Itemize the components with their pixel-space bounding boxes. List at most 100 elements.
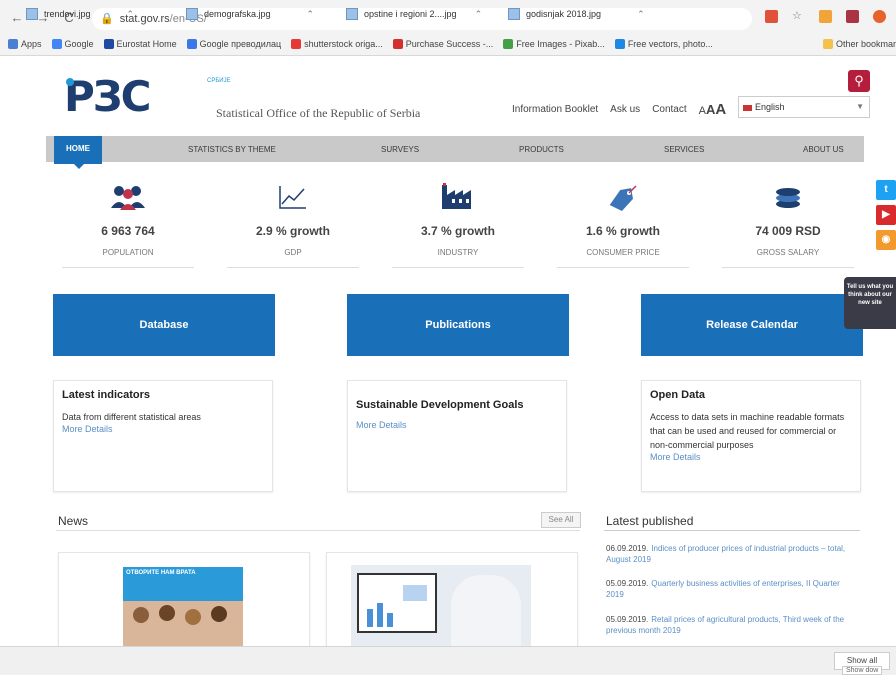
stat-label: INDUSTRY: [437, 248, 479, 257]
bookmark-label: Google: [64, 39, 94, 49]
download-item[interactable]: trendovi.jpg ⌃: [26, 8, 134, 20]
contact-link[interactable]: Contact: [652, 104, 686, 115]
stat-industry[interactable]: 3.7 % growth INDUSTRY: [392, 182, 524, 268]
download-filename: trendovi.jpg: [44, 9, 91, 19]
download-item[interactable]: opstine i regioni 2....jpg ⌃: [346, 8, 482, 20]
back-icon[interactable]: ←: [10, 10, 24, 25]
box-text: Access to data sets in machine readable …: [650, 412, 845, 450]
nav-surveys[interactable]: SURVEYS: [381, 145, 419, 154]
bookmark-label: Eurostat Home: [116, 39, 177, 49]
browser-toolbar-icons: ☆: [765, 10, 886, 23]
bookmark-icon: [291, 39, 302, 49]
bookmark-item[interactable]: Apps: [8, 39, 42, 49]
latest-date: 06.09.2019.: [606, 544, 649, 553]
extension-icon[interactable]: [819, 10, 832, 23]
chevron-up-icon[interactable]: ⌃: [637, 9, 645, 20]
bookmark-icon: [392, 39, 403, 49]
stat-value: 3.7 % growth: [420, 224, 495, 238]
bookmark-item[interactable]: Free vectors, photo...: [614, 39, 713, 49]
latest-item[interactable]: 06.09.2019. Indices of producer prices of…: [606, 543, 856, 565]
divider: [56, 530, 580, 531]
price-tag-icon: [557, 182, 689, 212]
stat-population[interactable]: 6 963 764 POPULATION: [62, 182, 194, 268]
open-data-box: Open Data Access to data sets in machine…: [641, 380, 861, 492]
rss-icon[interactable]: ◉: [876, 230, 896, 250]
stat-value: 1.6 % growth: [585, 224, 660, 238]
latest-indicators-box: Latest indicators Data from different st…: [53, 380, 273, 492]
show-all-tooltip: Show dow: [842, 666, 883, 675]
latest-item[interactable]: 05.09.2019. Retail prices of agricultural…: [606, 614, 856, 636]
search-button[interactable]: ⚲: [848, 70, 870, 92]
language-select[interactable]: English ▼: [738, 96, 870, 118]
bookmark-item[interactable]: Google преводилац: [186, 39, 281, 49]
publications-tile[interactable]: Publications: [347, 294, 569, 356]
sdg-box: Sustainable Development Goals More Detai…: [347, 380, 567, 492]
nav-statistics-by-theme[interactable]: STATISTICS BY THEME: [188, 145, 276, 154]
bookmark-item[interactable]: Google: [51, 39, 94, 49]
stat-consumer-price[interactable]: 1.6 % growth CONSUMER PRICE: [557, 182, 689, 268]
download-filename: godisnjak 2018.jpg: [526, 9, 602, 19]
nav-home[interactable]: HOME: [54, 136, 102, 169]
chevron-up-icon[interactable]: ⌃: [127, 9, 135, 20]
bookmark-item[interactable]: Other bookmar: [822, 39, 896, 49]
ask-us-link[interactable]: Ask us: [610, 104, 640, 115]
stat-label: POPULATION: [102, 248, 154, 257]
release-calendar-tile[interactable]: Release Calendar: [641, 294, 863, 356]
extension-icon[interactable]: [846, 10, 859, 23]
more-details-link[interactable]: More Details: [650, 452, 852, 462]
bookmark-icon: [103, 39, 114, 49]
news-image: [351, 565, 531, 651]
bookmark-item[interactable]: Purchase Success -...: [392, 39, 494, 49]
bookmark-item[interactable]: Eurostat Home: [103, 39, 177, 49]
latest-date: 05.09.2019.: [606, 579, 649, 588]
stat-value: 74 009 RSD: [755, 224, 821, 238]
youtube-icon[interactable]: ▶: [876, 205, 896, 225]
chevron-up-icon[interactable]: ⌃: [475, 9, 483, 20]
box-title: Open Data: [650, 389, 706, 401]
information-booklet-link[interactable]: Information Booklet: [512, 104, 598, 115]
monitor-graphic: [357, 573, 437, 633]
font-size-control[interactable]: AAA: [699, 101, 727, 118]
bookmark-label: Other bookmar: [835, 39, 896, 49]
divider: [604, 530, 860, 531]
box-text: Data from different statistical areas: [62, 412, 201, 422]
site-logo[interactable]: РЗС СРБИЈЕ Statistical Office of the Rep…: [64, 76, 484, 126]
chevron-up-icon[interactable]: ⌃: [307, 9, 315, 20]
bookmark-label: Purchase Success -...: [405, 39, 494, 49]
database-tile[interactable]: Database: [53, 294, 275, 356]
download-item[interactable]: godisnjak 2018.jpg ⌃: [508, 8, 645, 20]
news-heading: News: [58, 514, 89, 528]
main-navigation: STATISTICS BY THEME SURVEYS PRODUCTS SER…: [46, 136, 864, 162]
twitter-icon[interactable]: t: [876, 180, 896, 200]
downloads-bar: [0, 646, 896, 675]
stat-label: GDP: [284, 248, 302, 257]
latest-item[interactable]: 05.09.2019. Quarterly business activities…: [606, 578, 856, 600]
person-graphic: [451, 575, 521, 651]
bookmark-icon: [186, 39, 197, 49]
bookmark-item[interactable]: Free Images - Pixab...: [503, 39, 605, 49]
more-details-link[interactable]: More Details: [62, 424, 264, 434]
nav-products[interactable]: PRODUCTS: [519, 145, 564, 154]
news-card[interactable]: [326, 552, 578, 652]
star-icon[interactable]: ☆: [792, 10, 805, 23]
stat-gross-salary[interactable]: 74 009 RSD GROSS SALARY: [722, 182, 854, 268]
download-item[interactable]: demografska.jpg ⌃: [186, 8, 314, 20]
profile-icon[interactable]: [873, 10, 886, 23]
bookmark-icon: [8, 39, 18, 49]
nav-about-us[interactable]: ABOUT US: [803, 145, 844, 154]
stat-value: 2.9 % growth: [255, 224, 330, 238]
factory-icon: [392, 182, 524, 212]
see-all-button[interactable]: See All: [541, 512, 581, 528]
latest-published-heading: Latest published: [606, 514, 694, 528]
nav-services[interactable]: SERVICES: [664, 145, 704, 154]
logo-subtext: СРБИЈЕ: [207, 78, 231, 84]
feedback-tab[interactable]: Tell us what you think about our new sit…: [844, 277, 896, 329]
bookmarks-bar: Apps Google Eurostat Home Google преводилац…: [0, 34, 896, 54]
extension-icon[interactable]: [765, 10, 778, 23]
uk-flag-icon: [743, 104, 752, 111]
bookmark-item[interactable]: shutterstock origa...: [291, 39, 383, 49]
image-file-icon: [346, 8, 358, 20]
news-card[interactable]: ОТВОРИТЕ НАМ ВРАТА: [58, 552, 310, 652]
stat-gdp[interactable]: 2.9 % growth GDP: [227, 182, 359, 268]
more-details-link[interactable]: More Details: [356, 420, 558, 430]
